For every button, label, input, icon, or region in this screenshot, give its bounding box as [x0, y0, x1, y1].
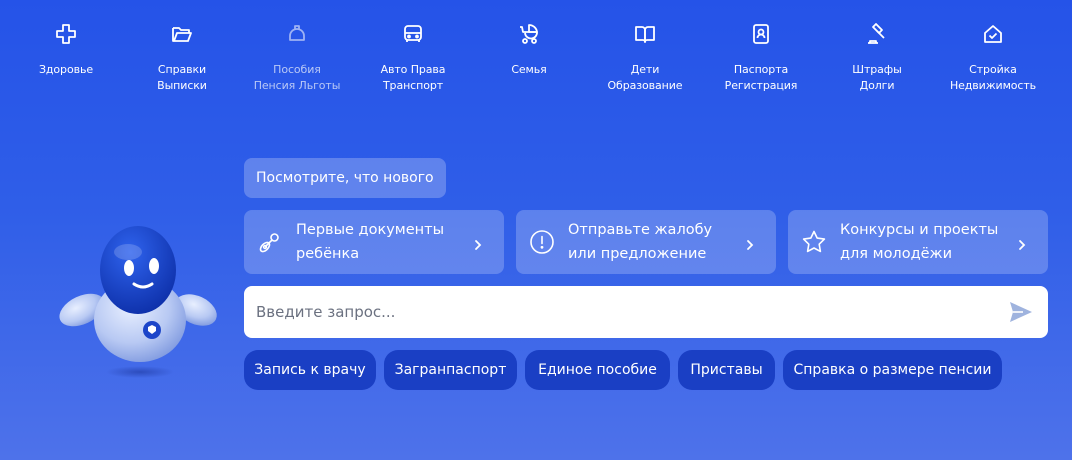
category-benefits[interactable]: Пособия Пенсия Льготы: [237, 20, 357, 94]
category-label-line: Стройка: [969, 63, 1017, 76]
card-text-line: Отправьте жалобу: [568, 222, 713, 238]
category-label: Дети Образование: [608, 62, 683, 94]
card-text-line: Конкурсы и проекты: [840, 222, 999, 238]
category-family[interactable]: Семья: [469, 20, 589, 78]
passport-icon: [747, 20, 775, 48]
category-label: Штрафы Долги: [852, 62, 901, 94]
category-passports[interactable]: Паспорта Регистрация: [701, 20, 821, 94]
book-icon: [631, 20, 659, 48]
medical-cross-icon: [52, 20, 80, 48]
category-label: Пособия Пенсия Льготы: [254, 62, 341, 94]
chevron-right-icon: [744, 236, 756, 250]
category-fines[interactable]: Штрафы Долги: [817, 20, 937, 94]
category-label-line: Дети: [630, 63, 660, 76]
chip-doctor-appointment[interactable]: Запись к врачу: [244, 350, 376, 390]
send-icon[interactable]: [1008, 299, 1034, 325]
category-label-line: Паспорта: [733, 63, 789, 76]
category-label-line: Здоровье: [38, 63, 94, 76]
category-label: Справки Выписки: [157, 62, 207, 94]
category-label-line: Пенсия Льготы: [253, 79, 341, 92]
category-label-line: Транспорт: [382, 79, 444, 92]
folder-icon: [168, 20, 196, 48]
category-construction[interactable]: Стройка Недвижимость: [933, 20, 1053, 94]
search-bar: [244, 285, 1048, 339]
category-label-line: Пособия: [273, 63, 321, 76]
chip-bailiffs[interactable]: Приставы: [678, 350, 775, 390]
house-icon: [979, 20, 1007, 48]
stroller-icon: [515, 20, 543, 48]
category-label-line: Образование: [607, 79, 683, 92]
category-label-line: Авто Права: [380, 63, 446, 76]
chevron-right-icon: [472, 236, 484, 250]
card-text-line: ребёнка: [296, 246, 360, 262]
category-label-line: Штрафы: [852, 63, 902, 76]
star-icon: [801, 229, 827, 255]
card-text: Отправьте жалобу или предложение: [568, 218, 744, 266]
card-youth-contests[interactable]: Конкурсы и проекты для молодёжи: [788, 210, 1048, 274]
card-child-documents[interactable]: Первые документы ребёнка: [244, 210, 504, 274]
card-text-line: для молодёжи: [840, 246, 953, 262]
category-label-line: Долги: [859, 79, 895, 92]
piggy-bank-icon: [283, 20, 311, 48]
card-text-line: или предложение: [568, 246, 707, 262]
pacifier-icon: [257, 229, 283, 255]
whats-new-button[interactable]: Посмотрите, что нового: [244, 158, 446, 198]
category-label-line: Семья: [511, 63, 547, 76]
category-health[interactable]: Здоровье: [6, 20, 126, 78]
category-label: Здоровье: [39, 62, 93, 78]
search-input[interactable]: [244, 285, 1008, 339]
whats-new-label: Посмотрите, что нового: [256, 170, 434, 186]
chip-unified-benefit[interactable]: Единое пособие: [525, 350, 670, 390]
category-nav: Здоровье Справки Выписки Пособия Пенсия Ль…: [0, 0, 1072, 110]
category-label: Семья: [511, 62, 546, 78]
category-label: Авто Права Транспорт: [381, 62, 446, 94]
chip-pension-certificate[interactable]: Справка о размере пенсии: [783, 350, 1002, 390]
category-auto[interactable]: Авто Права Транспорт: [353, 20, 473, 94]
category-label: Стройка Недвижимость: [950, 62, 1036, 94]
category-label-line: Выписки: [157, 79, 207, 92]
car-icon: [399, 20, 427, 48]
card-text-line: Первые документы: [296, 222, 445, 238]
card-text: Конкурсы и проекты для молодёжи: [840, 218, 1016, 266]
robot-assistant-image: [52, 222, 224, 382]
category-children[interactable]: Дети Образование: [585, 20, 705, 94]
chevron-right-icon: [1016, 236, 1028, 250]
card-complaint[interactable]: Отправьте жалобу или предложение: [516, 210, 776, 274]
category-label-line: Недвижимость: [949, 79, 1037, 92]
category-certificates[interactable]: Справки Выписки: [122, 20, 242, 94]
gavel-icon: [863, 20, 891, 48]
category-label-line: Справки: [157, 63, 207, 76]
category-label: Паспорта Регистрация: [725, 62, 798, 94]
category-label-line: Регистрация: [724, 79, 798, 92]
chip-foreign-passport[interactable]: Загранпаспорт: [384, 350, 517, 390]
card-text: Первые документы ребёнка: [296, 218, 472, 266]
exclamation-circle-icon: [529, 229, 555, 255]
